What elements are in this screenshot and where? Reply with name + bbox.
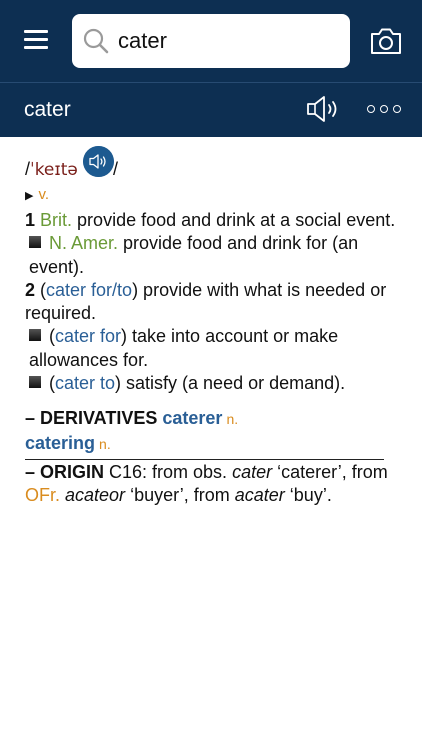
- phrase-link[interactable]: cater for/to: [46, 280, 132, 300]
- part-of-speech: ▶ v.: [25, 186, 400, 205]
- usage-label: N. Amer.: [49, 233, 119, 254]
- phrase-link[interactable]: cater to: [55, 373, 115, 393]
- speaker-icon[interactable]: [306, 94, 342, 124]
- search-icon: [83, 28, 109, 54]
- derivative-link[interactable]: caterer: [162, 408, 222, 428]
- more-icon[interactable]: [367, 105, 403, 115]
- dictionary-entry: /ˈkeɪtə / ▶ v. 1 Brit. provide food and d…: [25, 146, 400, 508]
- origin-heading: – ORIGIN: [25, 461, 105, 482]
- camera-icon[interactable]: [369, 27, 403, 55]
- sense-2: 2 (cater for/to) provide with what is ne…: [25, 279, 387, 324]
- derivative-link[interactable]: catering: [25, 433, 95, 453]
- search-box[interactable]: [72, 14, 350, 68]
- language-label: OFr.: [25, 485, 60, 506]
- pronunciation-audio-icon[interactable]: [83, 146, 114, 177]
- pron-close: /: [113, 159, 119, 179]
- sense-2-sub-1: (cater for) take into account or make al…: [29, 326, 339, 370]
- sense-2-sub-2: (cater to) satisfy (a need or demand).: [25, 372, 400, 395]
- menu-icon[interactable]: [24, 30, 48, 50]
- derivatives-section: – DERIVATIVES caterer n. catering n.: [25, 407, 400, 456]
- origin-section: – ORIGIN C16: from obs. cater ‘caterer’,…: [25, 461, 388, 506]
- bullet-icon: [29, 236, 41, 249]
- derivatives-heading: – DERIVATIVES: [25, 408, 158, 429]
- sense-text: ) satisfy (a need or demand).: [115, 373, 346, 394]
- pron-text: ˈkeɪtə: [30, 160, 78, 180]
- derivative-pos: n.: [99, 435, 111, 452]
- pronunciation: /ˈkeɪtə /: [25, 146, 400, 186]
- sense-1-sub: N. Amer. provide food and drink for (an …: [25, 232, 400, 279]
- phrase-link[interactable]: cater for: [55, 326, 121, 346]
- word-title: cater: [24, 98, 71, 121]
- top-bar: [0, 0, 422, 82]
- sense-number: 2: [25, 279, 36, 300]
- usage-label: Brit.: [40, 210, 73, 230]
- pos-arrow-icon: ▶: [25, 190, 34, 202]
- word-bar: cater: [0, 82, 422, 137]
- derivative-pos: n.: [226, 411, 239, 428]
- bullet-icon: [29, 376, 41, 389]
- section-divider: [25, 458, 384, 460]
- pos-label: v.: [38, 186, 50, 203]
- bullet-icon: [29, 329, 41, 342]
- sense-1: 1 Brit. provide food and drink at a soci…: [25, 209, 400, 232]
- search-input[interactable]: [118, 22, 338, 60]
- sense-number: 1: [25, 210, 36, 230]
- sense-text: provide food and drink at a social event…: [72, 210, 396, 230]
